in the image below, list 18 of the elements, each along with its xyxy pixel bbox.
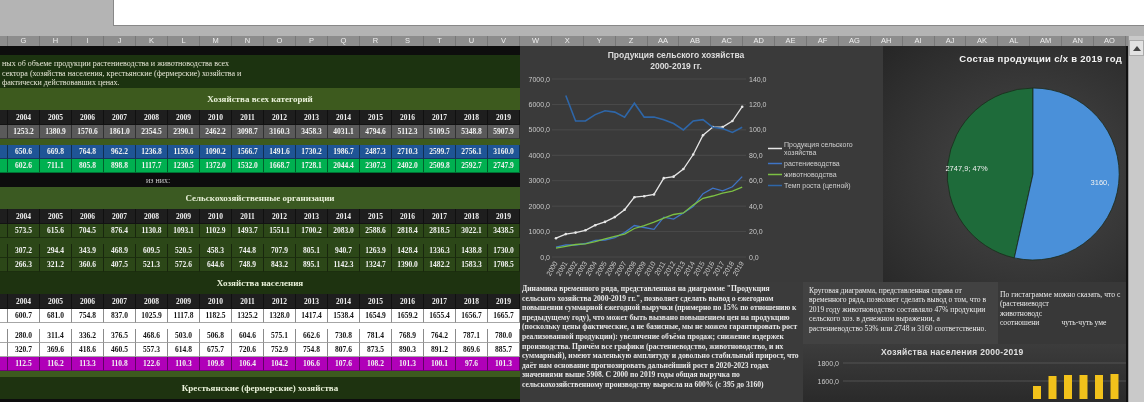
- scroll-up-button[interactable]: [1129, 40, 1144, 56]
- note-label: из них:: [146, 175, 171, 185]
- section-title: Крестьянские (фермерские) хозяйства: [0, 377, 520, 399]
- chart-title: Хозяйства населения 2000-2019: [880, 346, 1025, 357]
- legend-swatch-icon: [768, 161, 782, 166]
- chart-title: Состав продукции с/х в 2019 год: [958, 52, 1123, 64]
- up-arrow-icon: [1132, 45, 1141, 51]
- intro-text-line: ных об объеме продукции растениеводства и животноводства всех: [2, 59, 229, 69]
- section-title: Хозяйства всех категорий: [0, 88, 520, 110]
- legend-swatch-icon: [768, 172, 782, 177]
- section-title: Сельскохозяйственные организации: [0, 187, 520, 209]
- chart-title: Продукция сельского хозяйства 2000-2019 гг.: [606, 50, 746, 72]
- vertical-scrollbar[interactable]: [1128, 36, 1144, 402]
- legend-swatch-icon: [768, 146, 782, 151]
- intro-text-line: сектора (хозяйства населения, крестьянские (фермерские) хозяйства и: [2, 68, 242, 78]
- intro-text-line: фактически действовавших ценах.: [2, 78, 120, 88]
- legend-swatch-icon: [768, 183, 782, 188]
- section-title: Хозяйства населения: [0, 272, 520, 294]
